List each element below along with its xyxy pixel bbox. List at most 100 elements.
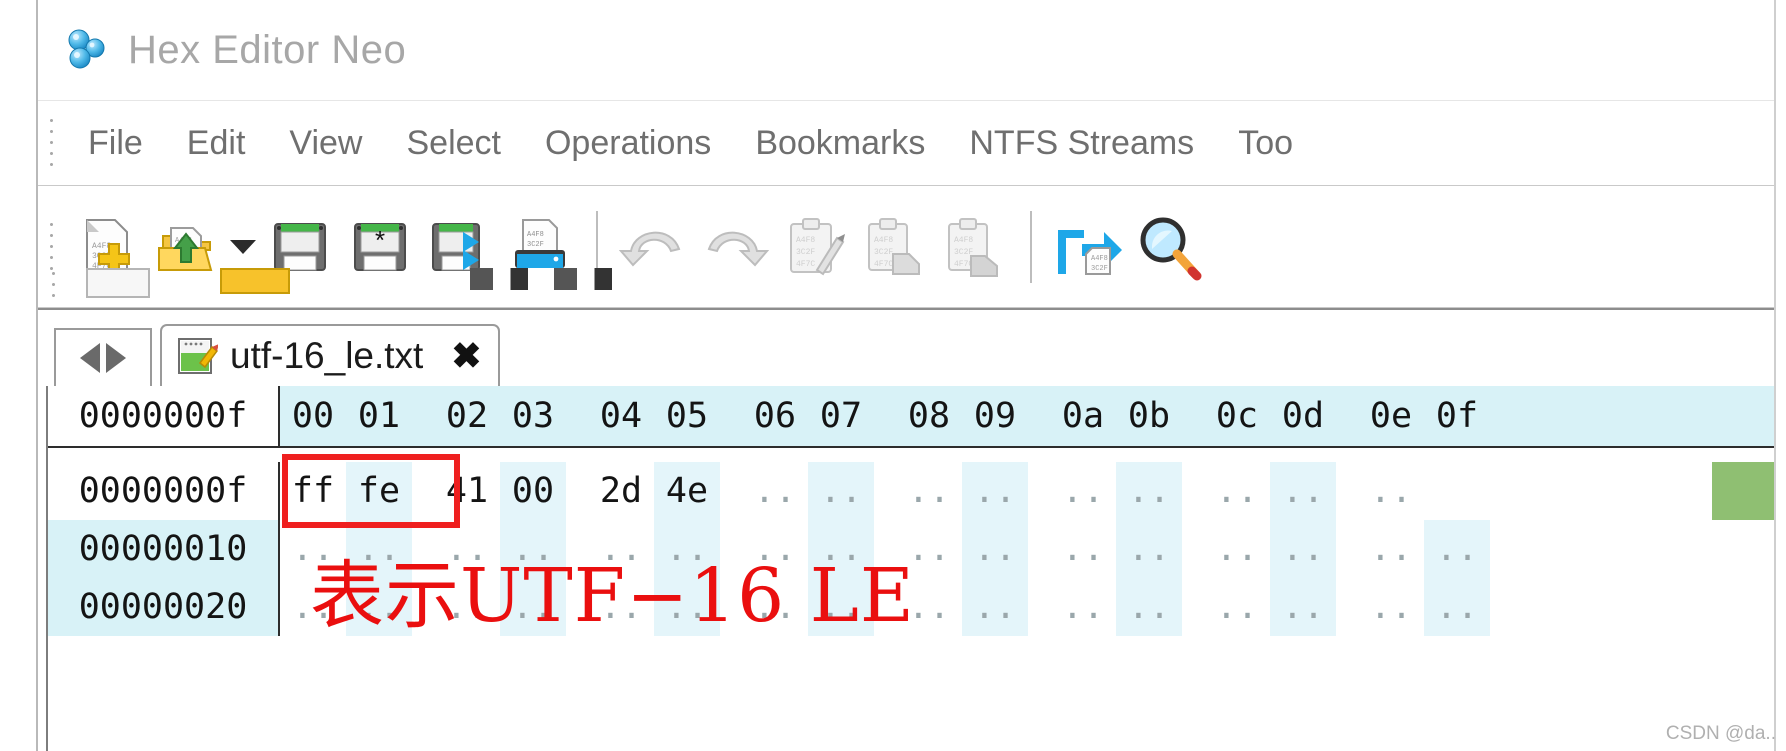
byte-cell[interactable]: .. bbox=[808, 520, 874, 578]
menu-bar: File Edit View Select Operations Bookmar… bbox=[38, 100, 1786, 186]
col-header-0f: 0f bbox=[1435, 396, 1479, 436]
byte-cell[interactable]: .. bbox=[1358, 471, 1424, 511]
row-bytes[interactable]: .. .. .. .. .. .. .. .. .. .. .. .. .. .… bbox=[280, 578, 1786, 636]
menu-select[interactable]: Select bbox=[384, 118, 523, 169]
row-offset-label: 00000010 bbox=[78, 529, 248, 569]
byte-cell[interactable]: .. bbox=[280, 529, 346, 569]
molecule-icon bbox=[64, 27, 110, 73]
byte-cell[interactable]: .. bbox=[1050, 471, 1116, 511]
byte-cell[interactable]: 00 bbox=[500, 462, 566, 520]
menu-tools[interactable]: Too bbox=[1216, 118, 1315, 169]
byte-cell[interactable]: .. bbox=[1050, 529, 1116, 569]
svg-text:A4F8: A4F8 bbox=[796, 236, 815, 245]
menu-drag-handle[interactable] bbox=[46, 115, 56, 171]
byte-cell[interactable]: .. bbox=[896, 587, 962, 627]
byte-cell[interactable]: .. bbox=[346, 520, 412, 578]
col-header-0e: 0e bbox=[1369, 396, 1413, 436]
byte-cell[interactable]: .. bbox=[1270, 520, 1336, 578]
byte-cell[interactable]: 4e bbox=[654, 462, 720, 520]
row-offset-label: 0000000f bbox=[78, 471, 248, 511]
byte-cell[interactable]: .. bbox=[1204, 471, 1270, 511]
menu-bookmarks[interactable]: Bookmarks bbox=[733, 118, 947, 169]
byte-cell[interactable]: .. bbox=[500, 578, 566, 636]
tab-nav-buttons[interactable] bbox=[54, 328, 152, 386]
byte-cell[interactable]: fe bbox=[346, 462, 412, 520]
col-header-00: 00 bbox=[291, 396, 335, 436]
byte-cell[interactable]: ff bbox=[280, 471, 346, 511]
arrow-right-icon[interactable] bbox=[106, 343, 126, 373]
byte-cell[interactable]: .. bbox=[896, 529, 962, 569]
offset-header-label: 0000000f bbox=[78, 396, 248, 436]
byte-cell[interactable]: 2d bbox=[588, 471, 654, 511]
byte-cell[interactable]: .. bbox=[962, 578, 1028, 636]
pattern-icon[interactable] bbox=[470, 268, 528, 290]
byte-cell[interactable]: .. bbox=[962, 520, 1028, 578]
byte-cell[interactable]: .. bbox=[434, 529, 500, 569]
secondary-toolbar-drag-handle[interactable] bbox=[48, 268, 58, 302]
data-inspector-icon[interactable] bbox=[86, 268, 150, 298]
menu-view[interactable]: View bbox=[267, 118, 384, 169]
window-right-edge bbox=[1774, 0, 1786, 751]
byte-cell[interactable]: .. bbox=[742, 587, 808, 627]
col-header-09: 09 bbox=[973, 396, 1017, 436]
menu-file[interactable]: File bbox=[66, 118, 165, 169]
close-icon[interactable]: ✖ bbox=[451, 338, 481, 374]
col-header-06: 06 bbox=[753, 396, 797, 436]
byte-cell[interactable]: .. bbox=[742, 471, 808, 511]
col-header-0c: 0c bbox=[1215, 396, 1259, 436]
menu-ntfs-streams[interactable]: NTFS Streams bbox=[947, 118, 1216, 169]
byte-cell[interactable]: .. bbox=[1358, 587, 1424, 627]
table-row[interactable]: 0000000f ff fe 41 00 2d 4e .. .. .. .. .… bbox=[48, 454, 1786, 528]
byte-cell[interactable]: .. bbox=[1270, 578, 1336, 636]
byte-cell[interactable]: .. bbox=[1116, 520, 1182, 578]
row-offset-label: 00000020 bbox=[78, 587, 248, 627]
byte-cell[interactable]: .. bbox=[1050, 587, 1116, 627]
byte-cell[interactable]: .. bbox=[500, 520, 566, 578]
arrow-left-icon[interactable] bbox=[80, 343, 100, 373]
byte-cell[interactable]: .. bbox=[896, 471, 962, 511]
byte-cell[interactable]: 41 bbox=[434, 471, 500, 511]
byte-cell[interactable]: .. bbox=[742, 529, 808, 569]
byte-cell[interactable]: .. bbox=[1424, 520, 1490, 578]
byte-cell[interactable]: .. bbox=[434, 587, 500, 627]
col-header-05: 05 bbox=[665, 396, 709, 436]
table-row[interactable]: 00000020 .. .. .. .. .. .. .. .. .. .. .… bbox=[48, 578, 1786, 636]
menu-edit[interactable]: Edit bbox=[165, 118, 268, 169]
row-bytes[interactable]: .. .. .. .. .. .. .. .. .. .. .. .. .. .… bbox=[280, 520, 1786, 578]
byte-cell[interactable]: .. bbox=[808, 462, 874, 520]
pattern-alt-icon[interactable] bbox=[554, 268, 612, 290]
tab-utf-16-le-txt[interactable]: utf-16_le.txt ✖ bbox=[160, 324, 500, 386]
col-header-07: 07 bbox=[819, 396, 863, 436]
byte-cell[interactable]: .. bbox=[1116, 462, 1182, 520]
byte-cell[interactable]: .. bbox=[654, 520, 720, 578]
secondary-toolbar bbox=[38, 268, 1786, 308]
byte-cell[interactable]: .. bbox=[1270, 462, 1336, 520]
byte-cell[interactable]: .. bbox=[654, 578, 720, 636]
col-header-01: 01 bbox=[357, 396, 401, 436]
byte-cell[interactable]: .. bbox=[1424, 578, 1490, 636]
byte-cell[interactable]: .. bbox=[962, 462, 1028, 520]
svg-text:A4F8: A4F8 bbox=[1091, 255, 1108, 263]
byte-cell[interactable]: .. bbox=[808, 578, 874, 636]
row-offset: 00000010 bbox=[48, 520, 280, 578]
watermark: CSDN @da.. bbox=[1665, 723, 1776, 744]
byte-cell[interactable]: .. bbox=[588, 587, 654, 627]
hex-view[interactable]: 0000000f 00 01 02 03 04 05 06 07 08 09 0… bbox=[46, 386, 1786, 751]
byte-cell[interactable]: .. bbox=[1204, 587, 1270, 627]
col-header-02: 02 bbox=[445, 396, 489, 436]
toolbar-drag-handle[interactable] bbox=[46, 218, 56, 275]
byte-cell[interactable]: .. bbox=[588, 529, 654, 569]
byte-cell[interactable]: .. bbox=[1358, 529, 1424, 569]
title-bar: Hex Editor Neo bbox=[38, 0, 1786, 100]
application-window: Hex Editor Neo File Edit View Select Ope… bbox=[36, 0, 1786, 751]
table-row[interactable]: 00000010 .. .. .. .. .. .. .. .. .. .. .… bbox=[48, 520, 1786, 578]
row-bytes[interactable]: ff fe 41 00 2d 4e .. .. .. .. .. .. .. .… bbox=[280, 454, 1786, 528]
byte-cell[interactable]: .. bbox=[1204, 529, 1270, 569]
row-offset: 0000000f bbox=[48, 462, 280, 520]
svg-text:A4F8: A4F8 bbox=[954, 236, 973, 245]
byte-cell[interactable]: .. bbox=[280, 587, 346, 627]
byte-cell[interactable]: .. bbox=[346, 578, 412, 636]
menu-operations[interactable]: Operations bbox=[523, 118, 733, 169]
bookmark-icon[interactable] bbox=[220, 268, 290, 294]
byte-cell[interactable]: .. bbox=[1116, 578, 1182, 636]
